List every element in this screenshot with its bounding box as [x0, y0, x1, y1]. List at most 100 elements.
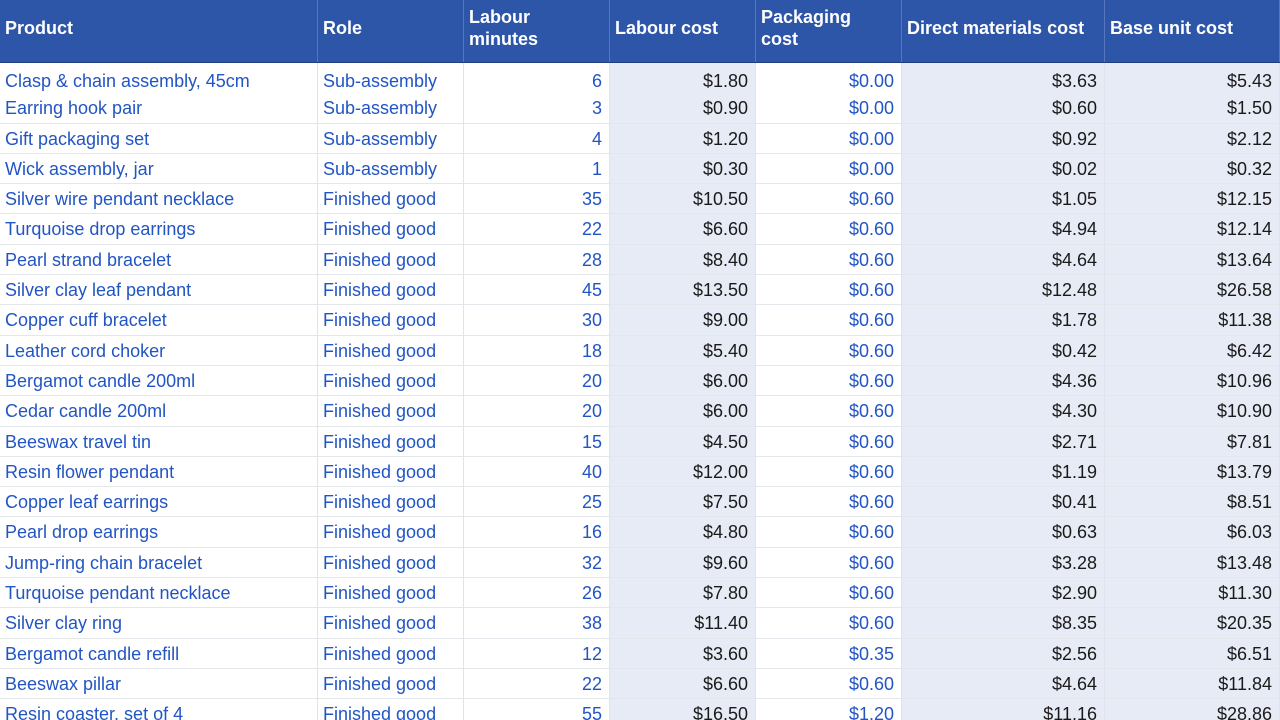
column-header-product[interactable]: Product	[0, 0, 318, 62]
cell-labour-cost[interactable]: $13.50	[610, 275, 756, 306]
cell-role[interactable]: Finished good	[318, 365, 464, 397]
cell-base-unit-cost[interactable]: $20.35	[1105, 608, 1280, 639]
cell-product[interactable]: Resin coaster, set of 4	[0, 699, 318, 720]
cell-labour-minutes[interactable]: 32	[464, 547, 610, 579]
cell-direct-materials-cost[interactable]: $4.30	[902, 396, 1105, 427]
cell-labour-minutes[interactable]: 20	[464, 365, 610, 397]
cell-role[interactable]: Finished good	[318, 638, 464, 669]
cell-base-unit-cost[interactable]: $0.32	[1105, 153, 1280, 185]
cell-role[interactable]: Finished good	[318, 456, 464, 488]
cell-direct-materials-cost[interactable]: $4.94	[902, 214, 1105, 245]
cell-direct-materials-cost[interactable]: $4.36	[902, 365, 1105, 397]
cell-labour-minutes[interactable]: 22	[464, 214, 610, 245]
cell-packaging-cost[interactable]: $0.60	[756, 335, 902, 366]
cell-product[interactable]: Silver clay ring	[0, 608, 318, 639]
cell-base-unit-cost[interactable]: $28.86	[1105, 699, 1280, 720]
cell-product[interactable]: Beeswax travel tin	[0, 426, 318, 457]
cell-role[interactable]: Finished good	[318, 517, 464, 548]
cell-labour-minutes[interactable]: 25	[464, 487, 610, 518]
cell-packaging-cost[interactable]: $0.60	[756, 214, 902, 245]
cell-packaging-cost[interactable]: $0.60	[756, 668, 902, 700]
cell-product[interactable]: Leather cord choker	[0, 335, 318, 366]
cell-product[interactable]: Pearl strand bracelet	[0, 244, 318, 276]
cell-labour-minutes[interactable]: 18	[464, 335, 610, 366]
cell-base-unit-cost[interactable]: $12.14	[1105, 214, 1280, 245]
cell-labour-minutes[interactable]: 38	[464, 608, 610, 639]
cell-labour-cost[interactable]: $10.50	[610, 184, 756, 215]
cell-role[interactable]: Finished good	[318, 426, 464, 457]
cell-packaging-cost[interactable]: $0.60	[756, 184, 902, 215]
cell-direct-materials-cost[interactable]: $0.60	[902, 93, 1105, 124]
cell-role[interactable]: Finished good	[318, 335, 464, 366]
cell-role[interactable]: Finished good	[318, 608, 464, 639]
cell-direct-materials-cost[interactable]: $0.42	[902, 335, 1105, 366]
cell-product[interactable]: Copper leaf earrings	[0, 487, 318, 518]
cell-direct-materials-cost[interactable]: $11.16	[902, 699, 1105, 720]
cell-labour-minutes[interactable]: 12	[464, 638, 610, 669]
cell-product[interactable]: Resin flower pendant	[0, 456, 318, 488]
cell-base-unit-cost[interactable]: $1.50	[1105, 93, 1280, 124]
cell-direct-materials-cost[interactable]: $8.35	[902, 608, 1105, 639]
cell-labour-cost[interactable]: $4.80	[610, 517, 756, 548]
cell-direct-materials-cost[interactable]: $2.56	[902, 638, 1105, 669]
cell-labour-cost[interactable]: $0.30	[610, 153, 756, 185]
cell-direct-materials-cost[interactable]: $2.71	[902, 426, 1105, 457]
cell-labour-minutes[interactable]: 30	[464, 305, 610, 336]
cell-product[interactable]: Silver clay leaf pendant	[0, 275, 318, 306]
cell-labour-cost[interactable]: $7.80	[610, 578, 756, 609]
cell-role[interactable]: Finished good	[318, 487, 464, 518]
cell-base-unit-cost[interactable]: $11.84	[1105, 668, 1280, 700]
cell-labour-minutes[interactable]: 4	[464, 123, 610, 154]
cell-base-unit-cost[interactable]: $10.96	[1105, 365, 1280, 397]
cell-product[interactable]: Bergamot candle refill	[0, 638, 318, 669]
cell-role[interactable]: Finished good	[318, 275, 464, 306]
cell-base-unit-cost[interactable]: $11.38	[1105, 305, 1280, 336]
cell-labour-cost[interactable]: $6.00	[610, 396, 756, 427]
cell-packaging-cost[interactable]: $0.60	[756, 487, 902, 518]
column-header-labour-cost[interactable]: Labour cost	[610, 0, 756, 62]
cell-role[interactable]: Sub-assembly	[318, 63, 464, 96]
cell-role[interactable]: Finished good	[318, 184, 464, 215]
cell-labour-minutes[interactable]: 40	[464, 456, 610, 488]
cell-product[interactable]: Copper cuff bracelet	[0, 305, 318, 336]
cell-direct-materials-cost[interactable]: $1.05	[902, 184, 1105, 215]
cell-labour-minutes[interactable]: 26	[464, 578, 610, 609]
cell-labour-minutes[interactable]: 6	[464, 63, 610, 96]
cell-labour-cost[interactable]: $1.80	[610, 63, 756, 96]
cell-product[interactable]: Bergamot candle 200ml	[0, 365, 318, 397]
cell-packaging-cost[interactable]: $0.60	[756, 365, 902, 397]
cell-labour-cost[interactable]: $11.40	[610, 608, 756, 639]
cell-base-unit-cost[interactable]: $13.79	[1105, 456, 1280, 488]
cell-base-unit-cost[interactable]: $26.58	[1105, 275, 1280, 306]
cell-labour-minutes[interactable]: 20	[464, 396, 610, 427]
cell-labour-minutes[interactable]: 55	[464, 699, 610, 720]
cell-direct-materials-cost[interactable]: $0.41	[902, 487, 1105, 518]
cell-base-unit-cost[interactable]: $2.12	[1105, 123, 1280, 154]
cell-product[interactable]: Beeswax pillar	[0, 668, 318, 700]
cell-labour-cost[interactable]: $12.00	[610, 456, 756, 488]
cell-direct-materials-cost[interactable]: $4.64	[902, 244, 1105, 276]
cell-base-unit-cost[interactable]: $12.15	[1105, 184, 1280, 215]
cell-packaging-cost[interactable]: $0.60	[756, 578, 902, 609]
cell-labour-cost[interactable]: $1.20	[610, 123, 756, 154]
cell-role[interactable]: Finished good	[318, 396, 464, 427]
cell-labour-cost[interactable]: $6.60	[610, 214, 756, 245]
cell-base-unit-cost[interactable]: $7.81	[1105, 426, 1280, 457]
cell-labour-cost[interactable]: $3.60	[610, 638, 756, 669]
cell-labour-minutes[interactable]: 28	[464, 244, 610, 276]
cell-direct-materials-cost[interactable]: $3.28	[902, 547, 1105, 579]
cell-direct-materials-cost[interactable]: $12.48	[902, 275, 1105, 306]
cell-product[interactable]: Cedar candle 200ml	[0, 396, 318, 427]
cell-role[interactable]: Finished good	[318, 547, 464, 579]
cell-role[interactable]: Sub-assembly	[318, 153, 464, 185]
cell-packaging-cost[interactable]: $0.60	[756, 426, 902, 457]
cell-direct-materials-cost[interactable]: $2.90	[902, 578, 1105, 609]
cell-packaging-cost[interactable]: $0.35	[756, 638, 902, 669]
cell-role[interactable]: Finished good	[318, 305, 464, 336]
cell-product[interactable]: Wick assembly, jar	[0, 153, 318, 185]
cell-packaging-cost[interactable]: $0.60	[756, 396, 902, 427]
cell-labour-cost[interactable]: $0.90	[610, 93, 756, 124]
cell-packaging-cost[interactable]: $0.60	[756, 456, 902, 488]
cell-labour-minutes[interactable]: 22	[464, 668, 610, 700]
cell-base-unit-cost[interactable]: $5.43	[1105, 63, 1280, 96]
